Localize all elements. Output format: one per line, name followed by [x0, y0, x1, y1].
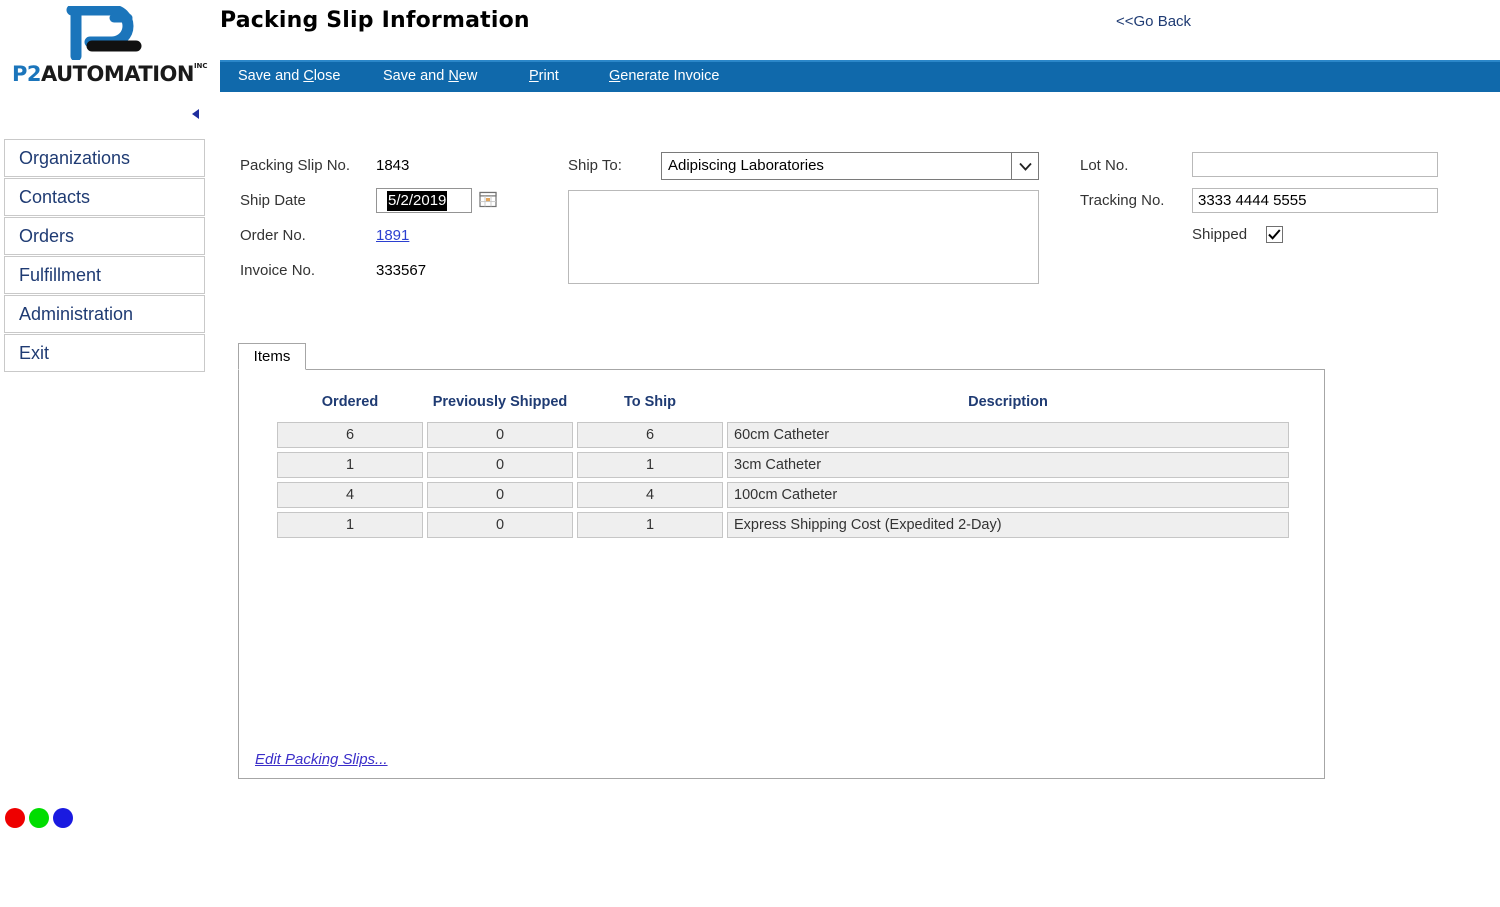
sidebar-item-label: Exit [19, 342, 50, 363]
sidebar-nav: Organizations Contacts Orders Fulfillment Ad… [4, 139, 205, 373]
cell-description[interactable] [727, 512, 1289, 538]
tab-items[interactable]: Items [238, 343, 306, 370]
cell-to-ship[interactable] [577, 422, 723, 448]
ship-date-label: Ship Date [240, 192, 306, 209]
status-dots [5, 808, 73, 828]
checkmark-icon [1268, 229, 1281, 240]
cell-previously-shipped[interactable] [427, 512, 573, 538]
cell-ordered[interactable] [277, 422, 423, 448]
lot-no-label: Lot No. [1080, 157, 1129, 174]
go-back-link[interactable]: <<Go Back [1116, 13, 1191, 30]
cell-description[interactable] [727, 452, 1289, 478]
status-dot-blue [53, 808, 73, 828]
column-header-to-ship: To Ship [623, 394, 677, 410]
save-and-new-button[interactable]: Save and New [383, 68, 477, 84]
status-dot-green [29, 808, 49, 828]
page-title: Packing Slip Information [220, 8, 530, 33]
logo-word-p2: P2 [12, 62, 42, 86]
invoice-no-label: Invoice No. [240, 262, 316, 279]
shipped-checkbox[interactable] [1266, 226, 1283, 243]
sidebar-item-organizations[interactable]: Organizations [4, 139, 205, 177]
triangle-left-icon[interactable] [190, 108, 202, 120]
items-table-header: Ordered Previously Shipped To Ship Descr… [239, 394, 1324, 414]
table-row [277, 482, 1289, 508]
table-row [277, 452, 1289, 478]
shipped-label: Shipped [1192, 226, 1248, 243]
sidebar-item-label: Contacts [19, 186, 91, 207]
tracking-no-label: Tracking No. [1080, 192, 1165, 209]
sidebar-item-label: Organizations [19, 147, 131, 168]
main-toolbar: Save and Close Save and New Print Generate … [220, 60, 1500, 92]
sidebar-item-exit[interactable]: Exit [4, 334, 205, 372]
items-panel: Ordered Previously Shipped To Ship Descr… [238, 369, 1325, 779]
cell-to-ship[interactable] [577, 452, 723, 478]
print-button[interactable]: Print [529, 68, 559, 84]
save-and-close-button[interactable]: Save and Close [238, 68, 340, 84]
column-header-ordered: Ordered [321, 394, 379, 410]
sidebar-item-label: Administration [19, 303, 134, 324]
packing-slip-no-label: Packing Slip No. [240, 157, 351, 174]
tracking-no-input[interactable] [1192, 188, 1438, 213]
logo-wordmark: P2AUTOMATIONINC [12, 62, 208, 86]
cell-previously-shipped[interactable] [427, 452, 573, 478]
order-no-link[interactable]: 1891 [376, 227, 409, 244]
sidebar-item-fulfillment[interactable]: Fulfillment [4, 256, 205, 294]
ship-to-address-textarea[interactable] [568, 190, 1039, 284]
sidebar-item-administration[interactable]: Administration [4, 295, 205, 333]
invoice-no-value: 333567 [376, 262, 427, 279]
sidebar-item-label: Orders [19, 225, 75, 246]
ship-date-value: 5/2/2019 [387, 191, 448, 211]
cell-previously-shipped[interactable] [427, 422, 573, 448]
cell-ordered[interactable] [277, 452, 423, 478]
chevron-down-icon[interactable] [1011, 153, 1038, 179]
app-logo: P2AUTOMATIONINC [0, 0, 210, 96]
packing-slip-no-value: 1843 [376, 157, 410, 174]
cell-ordered[interactable] [277, 512, 423, 538]
calendar-icon[interactable] [479, 190, 497, 208]
order-no-label: Order No. [240, 227, 306, 244]
generate-invoice-button[interactable]: Generate Invoice [609, 68, 719, 84]
cell-to-ship[interactable] [577, 482, 723, 508]
table-row [277, 422, 1289, 448]
sidebar-item-orders[interactable]: Orders [4, 217, 205, 255]
status-dot-red [5, 808, 25, 828]
sidebar-item-label: Fulfillment [19, 264, 102, 285]
column-header-description: Description [968, 394, 1048, 410]
column-header-previously-shipped: Previously Shipped [432, 394, 568, 410]
ship-to-label: Ship To: [568, 157, 622, 174]
cell-previously-shipped[interactable] [427, 482, 573, 508]
cell-description[interactable] [727, 482, 1289, 508]
cell-ordered[interactable] [277, 482, 423, 508]
edit-packing-slips-link[interactable]: Edit Packing Slips... [255, 751, 388, 768]
sidebar-item-contacts[interactable]: Contacts [4, 178, 205, 216]
ship-date-input[interactable]: 5/2/2019 [376, 188, 472, 213]
cell-to-ship[interactable] [577, 512, 723, 538]
logo-word-inc: INC [193, 62, 208, 70]
table-row [277, 512, 1289, 538]
cell-description[interactable] [727, 422, 1289, 448]
lot-no-input[interactable] [1192, 152, 1438, 177]
p2-logo-mark-icon [66, 6, 142, 60]
ship-to-selected-value: Adipiscing Laboratories [668, 157, 824, 174]
logo-word-automation: AUTOMATION [41, 62, 194, 86]
ship-to-dropdown[interactable]: Adipiscing Laboratories [661, 152, 1039, 180]
